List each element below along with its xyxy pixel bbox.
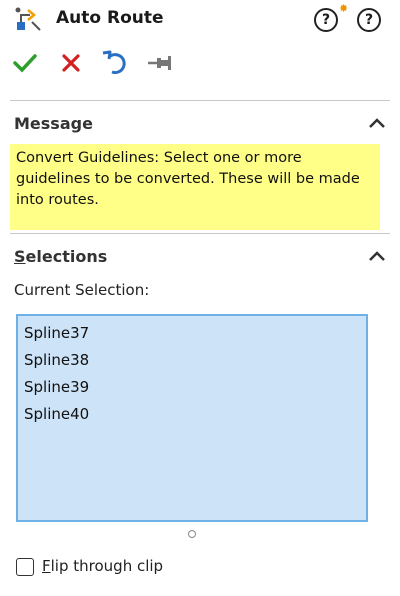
collapse-chevron-icon[interactable]	[368, 117, 386, 129]
list-resize-handle[interactable]	[188, 530, 196, 538]
help-icon[interactable]: ?	[357, 8, 381, 32]
property-manager-header: Auto Route ? ✸ ?	[0, 0, 400, 40]
list-item[interactable]: Spline39	[24, 374, 360, 401]
list-item[interactable]: Spline38	[24, 347, 360, 374]
pushpin-icon[interactable]	[144, 48, 174, 78]
flip-through-clip-label[interactable]: Flip through clip	[42, 557, 163, 575]
list-item[interactable]: Spline40	[24, 401, 360, 428]
panel-title: Auto Route	[56, 8, 164, 28]
current-selection-label: Current Selection:	[14, 281, 150, 299]
list-item[interactable]: Spline37	[24, 320, 360, 347]
ok-checkmark-icon[interactable]	[10, 48, 40, 78]
message-text: Convert Guidelines: Select one or more g…	[10, 144, 380, 230]
cancel-x-icon[interactable]	[56, 48, 86, 78]
undo-icon[interactable]	[100, 48, 130, 78]
star-icon: ✸	[339, 2, 349, 15]
selections-group-title: Selections	[14, 247, 108, 266]
collapse-chevron-icon[interactable]	[368, 250, 386, 262]
divider	[10, 100, 390, 101]
whats-wrong-help-icon[interactable]: ?	[314, 8, 338, 32]
divider	[10, 233, 390, 234]
action-toolbar	[0, 48, 400, 80]
current-selection-list[interactable]: Spline37 Spline38 Spline39 Spline40	[16, 314, 368, 522]
flip-through-clip-checkbox[interactable]	[16, 558, 34, 576]
message-group-title: Message	[14, 114, 93, 133]
auto-route-icon	[15, 7, 41, 31]
